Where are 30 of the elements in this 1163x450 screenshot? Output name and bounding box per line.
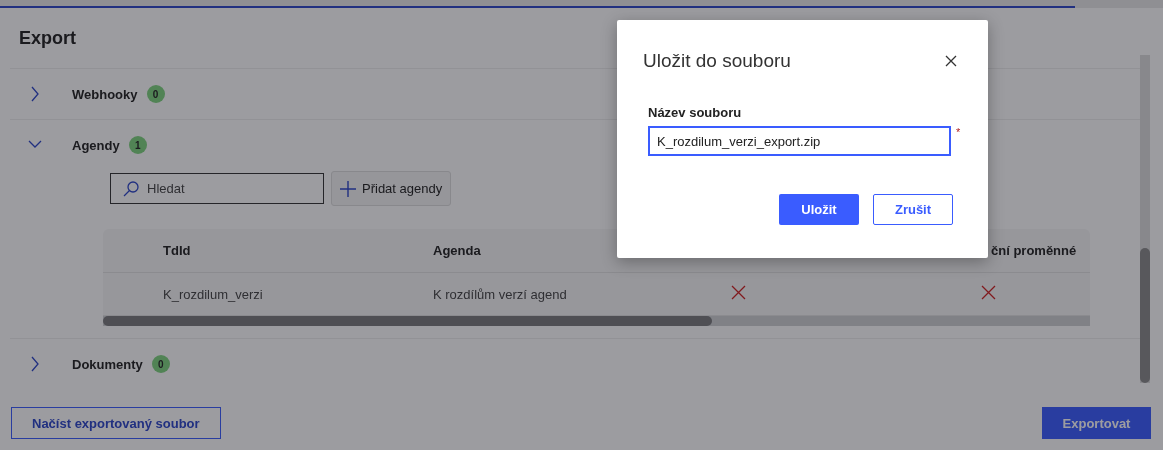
filename-field[interactable]: K_rozdilum_verzi_export.zip bbox=[648, 126, 951, 156]
section-title[interactable]: Dokumenty bbox=[72, 356, 143, 372]
section-title[interactable]: Agendy bbox=[72, 137, 120, 153]
search-icon bbox=[123, 180, 139, 197]
search-box[interactable]: Hledat bbox=[110, 173, 324, 204]
horizontal-scrollbar[interactable] bbox=[103, 316, 1090, 326]
count-badge: 0 bbox=[146, 85, 165, 103]
save-button[interactable]: Uložit bbox=[779, 194, 859, 225]
dialog-title: Uložit do souboru bbox=[643, 50, 791, 72]
count-badge: 0 bbox=[151, 355, 170, 373]
cancel-button[interactable]: Zrušit bbox=[873, 194, 953, 225]
page-title: Export bbox=[18, 27, 76, 50]
column-header: ční proměnné bbox=[990, 243, 1078, 258]
section-title[interactable]: Webhooky bbox=[72, 86, 138, 102]
table-cell-text: K rozdílům verzí agend bbox=[433, 286, 568, 302]
cross-icon bbox=[731, 284, 746, 300]
required-mark: * bbox=[956, 126, 961, 138]
plus-icon bbox=[340, 180, 356, 197]
close-icon[interactable] bbox=[944, 54, 958, 68]
column-header: Agenda bbox=[433, 243, 482, 258]
count-badge: 1 bbox=[128, 136, 147, 154]
field-label: Název souboru bbox=[648, 105, 743, 120]
load-file-button[interactable]: Načíst exportovaný soubor bbox=[11, 407, 221, 439]
add-button[interactable]: Přidat agendy bbox=[331, 171, 452, 206]
export-button[interactable]: Exportovat bbox=[1042, 407, 1151, 439]
cross-icon bbox=[981, 284, 996, 300]
search-field[interactable]: Hledat bbox=[145, 180, 315, 197]
vertical-scrollbar[interactable] bbox=[1140, 55, 1150, 383]
column-header: TdId bbox=[163, 243, 192, 258]
table-cell-text: K_rozdilum_verzi bbox=[163, 286, 264, 302]
